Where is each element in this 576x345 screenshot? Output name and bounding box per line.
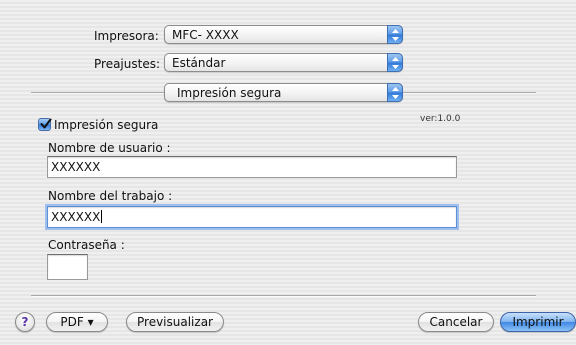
popup-arrows-icon [387,25,403,44]
user-name-value: XXXXXX [51,160,101,174]
job-name-value: XXXXXX [51,210,101,224]
presets-value: Estándar [172,56,226,70]
cancel-button[interactable]: Cancelar [418,312,494,332]
printer-label: Impresora: [94,29,159,43]
job-name-label: Nombre del trabajo : [48,189,173,203]
separator-left [31,92,164,94]
pdf-button[interactable]: PDF ▾ [46,312,108,332]
preview-button[interactable]: Previsualizar [126,312,224,332]
user-name-field[interactable]: XXXXXX [47,156,457,178]
user-name-label: Nombre de usuario : [48,141,171,155]
printer-value: MFC- XXXX [172,28,239,42]
help-button[interactable]: ? [15,312,35,332]
password-field[interactable] [47,254,88,280]
job-name-field[interactable]: XXXXXX [47,206,457,228]
version-label: ver:1.0.0 [420,114,461,124]
bottom-separator [31,295,536,297]
secure-print-label[interactable]: Impresión segura [54,118,158,132]
checkmark-icon [40,118,52,129]
separator-right [403,92,536,94]
secure-print-checkbox[interactable] [38,118,52,131]
print-button[interactable]: Imprimir [500,312,576,332]
presets-label: Preajustes: [94,57,161,71]
text-caret [101,210,103,223]
presets-popup[interactable]: Estándar [164,53,403,72]
printer-popup[interactable]: MFC- XXXX [164,25,403,44]
panel-value: Impresión segura [177,86,282,100]
panel-popup[interactable]: Impresión segura [164,83,403,102]
popup-arrows-icon [387,83,403,102]
password-label: Contraseña : [48,238,125,252]
popup-arrows-icon [387,53,403,72]
